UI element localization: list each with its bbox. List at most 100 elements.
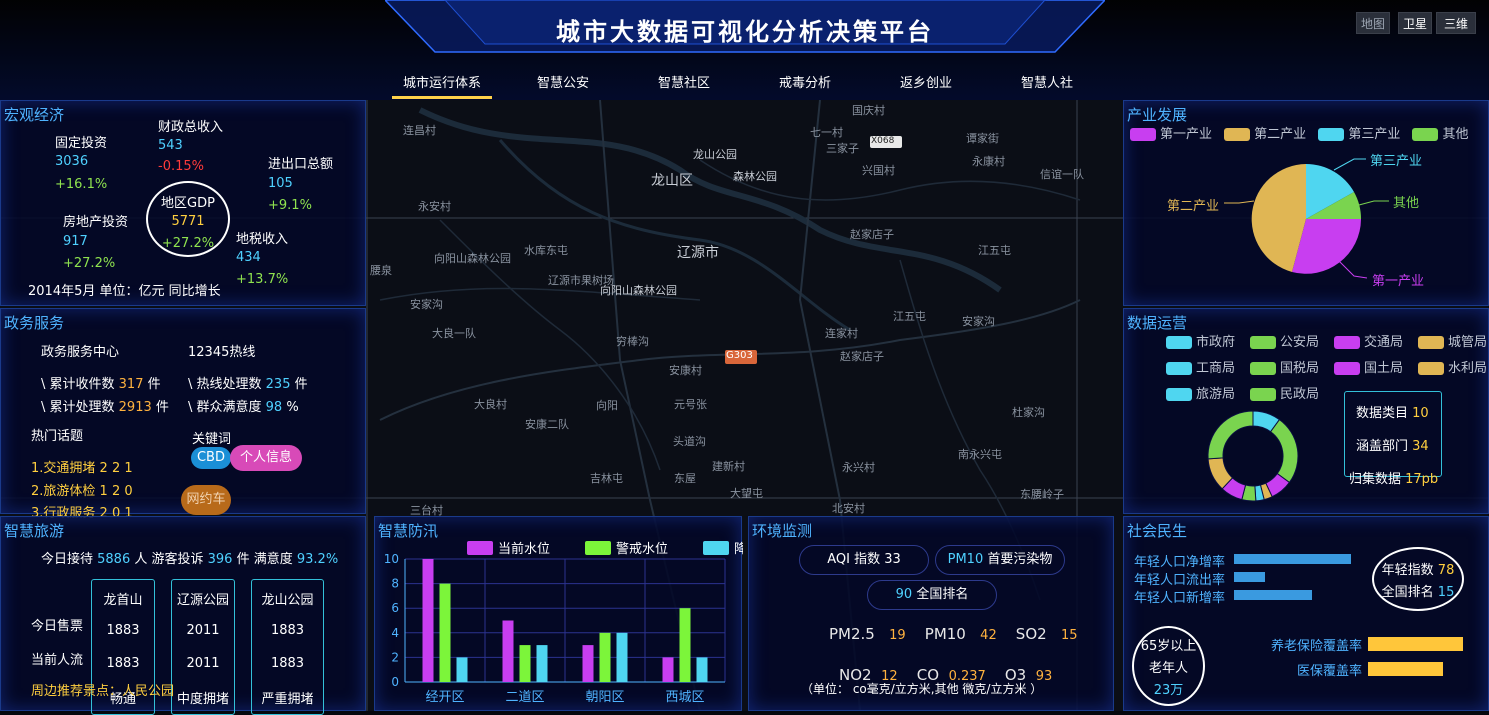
bar-经开区-降水量[interactable]	[456, 657, 468, 682]
youth-bar[interactable]	[1234, 572, 1266, 582]
legend-label: 降水量	[734, 542, 743, 557]
bar-西城区-当前水位[interactable]	[662, 657, 674, 682]
gdp-label: 地区GDP	[161, 196, 215, 211]
tab-return-entrepreneurship[interactable]: 返乡创业	[876, 72, 976, 91]
nearby-recommendation[interactable]: 周边推荐景点：人民公园	[31, 680, 174, 699]
place-label: 吉林屯	[590, 472, 623, 485]
youth-bar[interactable]	[1234, 554, 1351, 564]
place-label: 北安村	[832, 502, 865, 515]
received-count: \ 累计收件数 317 件	[41, 377, 161, 392]
land-tax-value: 434	[236, 250, 261, 265]
youth-bar[interactable]	[1234, 590, 1312, 600]
bar-西城区-警戒水位[interactable]	[679, 608, 691, 682]
spot-name: 辽源公园	[176, 593, 229, 608]
y-tick-label: 0	[391, 675, 399, 689]
bar-经开区-警戒水位[interactable]	[439, 583, 451, 682]
land-tax-label: 地税收入	[236, 232, 289, 247]
tab-smart-community[interactable]: 智慧社区	[634, 72, 734, 91]
insurance-bar[interactable]	[1368, 637, 1463, 651]
fixed-invest-label: 固定投资	[55, 136, 108, 151]
panel-title: 环境监测	[752, 522, 813, 540]
bar-二道区-降水量[interactable]	[536, 645, 548, 682]
bar-经开区-当前水位[interactable]	[422, 559, 434, 682]
spot-flow: 1883	[106, 656, 140, 671]
gdp-change: +27.2%	[161, 236, 215, 251]
x-tick-label: 西城区	[665, 690, 704, 705]
y-tick-label: 10	[384, 552, 399, 566]
pie-label-first: 第一产业	[1372, 274, 1425, 289]
tourism-summary: 今日接待 5886 人 游客投诉 396 件 满意度 93.2%	[41, 552, 339, 567]
unit-note: （单位： co毫克/立方米,其他 微克/立方米 ）	[801, 682, 1043, 696]
tickets-row-label: 今日售票	[31, 619, 84, 634]
insurance-bar[interactable]	[1368, 662, 1443, 676]
spot-tickets: 1883	[106, 623, 140, 638]
keyword-tag[interactable]: CBD	[191, 447, 231, 469]
donut-segment[interactable]	[1269, 418, 1299, 484]
place-label: 大望屯	[730, 487, 763, 500]
bar-二道区-当前水位[interactable]	[502, 620, 514, 683]
elderly-value: 23万	[1153, 683, 1184, 698]
processed-count: \ 累计处理数 2913 件	[41, 400, 169, 415]
fiscal-value: 543	[158, 138, 183, 153]
place-label: 谭家街	[966, 132, 999, 145]
tab-drug-analysis[interactable]: 戒毒分析	[755, 72, 855, 91]
keyword-tag[interactable]: 网约车	[181, 485, 231, 515]
bar-西城区-降水量[interactable]	[696, 657, 708, 682]
x-tick-label: 经开区	[425, 690, 464, 705]
road-label: X068	[871, 136, 895, 146]
gdp-value: 5771	[171, 214, 205, 229]
place-label: 七一村	[810, 126, 843, 139]
active-tab-indicator	[392, 96, 492, 99]
spot-name: 龙山公园	[261, 593, 314, 608]
pie-label-second: 第二产业	[1167, 199, 1220, 214]
fixed-invest-change: +16.1%	[55, 177, 108, 192]
y-tick-label: 2	[391, 650, 399, 664]
industry-panel: 产业发展 第一产业 第二产业 第三产业 其他 第三产业 其他 第一产业 第二产业	[1123, 100, 1489, 306]
spot-name: 龙首山	[103, 593, 143, 608]
import-export-value: 105	[268, 176, 293, 191]
place-label: 三家子	[826, 142, 859, 155]
keyword-tag[interactable]: 个人信息	[230, 445, 302, 471]
spot-tickets: 1883	[270, 623, 305, 638]
panel-title: 政务服务	[4, 314, 65, 332]
donut-segment[interactable]	[1207, 410, 1254, 460]
panel-title: 宏观经济	[4, 106, 65, 124]
hot-topic-item[interactable]: 1.交通拥堵 2 2 1	[31, 457, 133, 476]
legend-swatch	[585, 541, 611, 555]
place-label: 安家沟	[962, 315, 995, 328]
real-estate-value: 917	[63, 234, 88, 249]
legend-swatch	[467, 541, 493, 555]
bar-朝阳区-当前水位[interactable]	[582, 645, 594, 682]
spot-status: 中度拥堵	[176, 692, 229, 707]
hotline-handled: \ 热线处理数 235 件	[188, 377, 308, 392]
place-label: 安康村	[669, 364, 702, 377]
place-label: 信谊一队	[1040, 168, 1084, 181]
tab-city-operation[interactable]: 城市运行体系	[392, 72, 492, 91]
tab-smart-hr[interactable]: 智慧人社	[997, 72, 1097, 91]
youth-index: 年轻指数 78	[1381, 563, 1455, 578]
tab-smart-police[interactable]: 智慧公安	[513, 72, 613, 91]
place-label: 元号张	[674, 398, 707, 411]
place-label: 兴国村	[862, 164, 895, 177]
place-label: 龙山公园	[693, 148, 737, 161]
y-tick-label: 4	[391, 626, 399, 640]
macro-footer: 2014年5月 单位：亿元 同比增长	[28, 284, 221, 299]
place-label: 杜家沟	[1012, 406, 1045, 419]
bar-二道区-警戒水位[interactable]	[519, 645, 531, 682]
hot-topic-item[interactable]: 2.旅游体检 1 2 0	[31, 480, 133, 499]
gov-services-panel: 政务服务 政务服务中心 12345热线 \ 累计收件数 317 件 \ 累计处理…	[0, 308, 366, 521]
panel-title: 社会民生	[1127, 522, 1188, 540]
place-label: 连昌村	[403, 124, 436, 137]
3d-view-toggle[interactable]: 三维	[1436, 12, 1476, 34]
map-view-toggle[interactable]: 地图	[1356, 12, 1390, 34]
satellite-view-toggle[interactable]: 卫星	[1398, 12, 1432, 34]
youth-bar-label: 年轻人口新增率	[1134, 591, 1226, 606]
place-label: 东腰岭子	[1020, 488, 1064, 501]
place-label: 永安村	[418, 200, 451, 213]
bar-朝阳区-降水量[interactable]	[616, 632, 628, 682]
national-rank: 全国排名 15	[1381, 585, 1455, 600]
place-label: 国庆村	[852, 104, 885, 117]
place-label: 头道沟	[673, 435, 706, 448]
legend-label: 警戒水位	[616, 541, 668, 557]
bar-朝阳区-警戒水位[interactable]	[599, 632, 611, 682]
